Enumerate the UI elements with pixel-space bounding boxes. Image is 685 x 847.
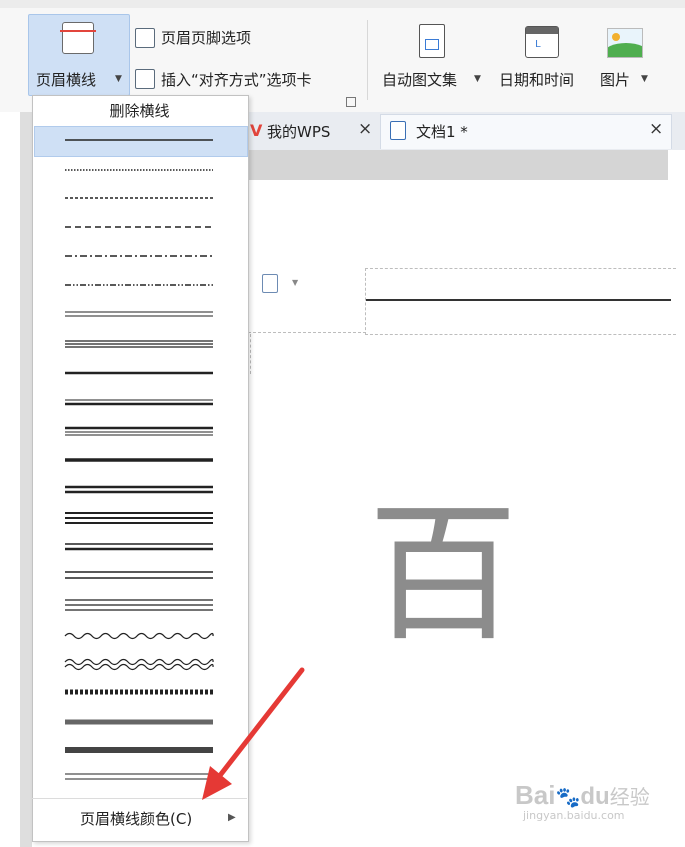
- header-dash-border: [248, 332, 366, 333]
- submenu-arrow-icon: ▶: [228, 812, 236, 823]
- document-tab-icon: [390, 121, 406, 140]
- watermark-brand-3: 经验: [609, 785, 650, 809]
- ribbon-separator: [367, 20, 368, 100]
- auto-text-caret-icon[interactable]: ▼: [474, 74, 481, 84]
- watermark-brand: Bai: [515, 780, 556, 810]
- line-style-triple: [65, 599, 213, 611]
- baidu-watermark: Bai🐾du经验 jingyan.baidu.com: [515, 780, 650, 822]
- header-line: [366, 299, 671, 301]
- header-line-icon: [60, 22, 96, 54]
- workspace-background: [248, 150, 668, 180]
- paste-options-icon[interactable]: [262, 274, 278, 293]
- auto-text-button[interactable]: 自动图文集: [382, 69, 457, 90]
- insert-tab-icon: [135, 69, 155, 89]
- tab-my-wps-close-icon[interactable]: ×: [358, 119, 372, 139]
- picture-caret-icon[interactable]: ▼: [641, 74, 648, 84]
- tab-my-wps-label: 我的WPS: [267, 123, 331, 141]
- header-line-label: 页眉横线: [36, 71, 97, 89]
- line-style-triple-thick: [65, 485, 213, 494]
- line-style-thick-thin-thick: [65, 512, 213, 524]
- calendar-icon: L: [525, 26, 559, 58]
- margin-marker: [250, 334, 251, 374]
- line-style-thick-thin: [65, 426, 213, 436]
- wps-logo-icon: Ⅴ: [250, 121, 263, 140]
- group-launcher-icon[interactable]: [346, 97, 356, 107]
- header-footer-options-icon: [135, 28, 155, 48]
- line-style-double: [65, 543, 213, 551]
- insert-alignment-tab-button[interactable]: 插入“对齐方式”选项卡: [161, 69, 312, 90]
- watermark-brand-2: du: [580, 783, 610, 810]
- header-area[interactable]: [365, 268, 676, 335]
- watermark-url: jingyan.baidu.com: [523, 809, 625, 822]
- picture-button[interactable]: 图片: [600, 69, 630, 90]
- ribbon-top-strip: [0, 0, 685, 8]
- line-style-wave: [64, 632, 214, 640]
- picture-icon: [607, 28, 643, 58]
- header-line-caret-icon[interactable]: ▼: [115, 74, 122, 84]
- line-style-thin-thick: [65, 399, 213, 406]
- line-style-triple-thin: [65, 340, 213, 348]
- tab-document1-close-icon[interactable]: ×: [649, 119, 663, 139]
- auto-text-icon: [419, 24, 445, 58]
- header-footer-options-button[interactable]: 页眉页脚选项: [161, 27, 251, 48]
- line-style-thin-double: [65, 571, 213, 579]
- watermark-paw-icon: 🐾: [555, 785, 581, 809]
- line-style-double-thin: [65, 311, 213, 317]
- body-text: 百: [368, 488, 519, 662]
- paste-options-caret-icon[interactable]: ▼: [292, 278, 298, 287]
- delete-line-item[interactable]: 删除横线: [32, 96, 247, 126]
- annotation-arrow-icon: [202, 667, 305, 800]
- header-line-color-item[interactable]: 页眉横线颜色(C): [80, 808, 192, 829]
- left-grey-strip: [20, 112, 32, 847]
- tab-document1-label: 文档1 *: [416, 123, 468, 141]
- date-time-button[interactable]: 日期和时间: [499, 69, 574, 90]
